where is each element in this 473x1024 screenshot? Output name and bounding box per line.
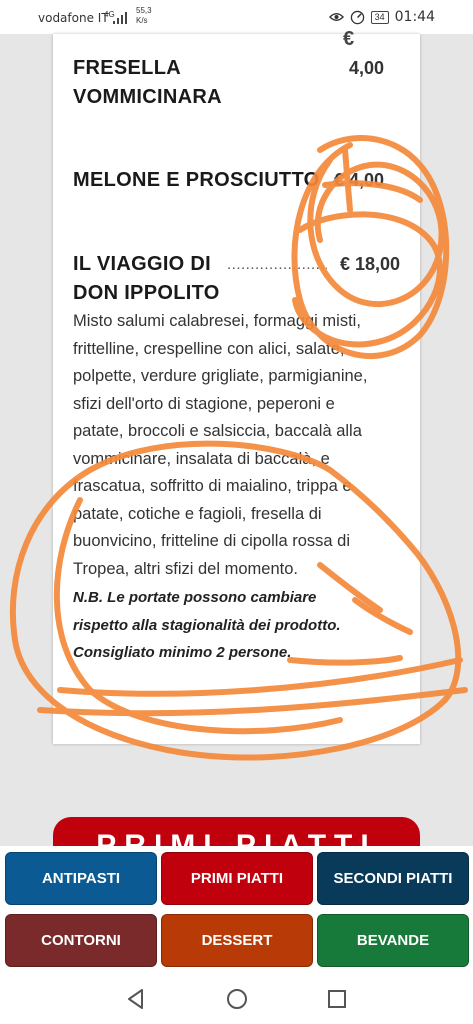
battery-icon: 34: [370, 10, 389, 24]
carrier-name: vodafone IT: [38, 11, 109, 25]
menu-item-price: € 18,00: [339, 254, 400, 274]
menu-item-dots: ............................: [227, 256, 327, 273]
category-button-bevande[interactable]: BEVANDE: [317, 914, 469, 967]
menu-item-description: Misto salumi calabresei, formaggi misti,…: [73, 312, 368, 578]
category-button-contorni[interactable]: CONTORNI: [5, 914, 157, 967]
system-navigation-bar: [0, 974, 473, 1024]
category-button-secondi-piatti[interactable]: SECONDI PIATTI: [317, 852, 469, 905]
category-nav: ANTIPASTI PRIMI PIATTI SECONDI PIATTI CO…: [0, 846, 473, 974]
currency-symbol: €: [343, 28, 355, 50]
category-button-antipasti[interactable]: ANTIPASTI: [5, 852, 157, 905]
menu-item-price: 4,00: [348, 58, 384, 78]
home-circle-icon[interactable]: [225, 987, 249, 1011]
menu-card: € FRESELLA VOMMICINARA 4,00 MELONE E PRO…: [53, 28, 420, 744]
data-saver-icon: [350, 10, 364, 24]
status-icons: 34 01:44: [328, 9, 435, 25]
back-triangle-icon[interactable]: [124, 987, 148, 1011]
menu-item-name: FRESELLA VOMMICINARA: [73, 57, 222, 108]
recents-square-icon[interactable]: [325, 987, 349, 1011]
network-speed: 55,3 K/s: [136, 6, 152, 25]
menu-item-name: IL VIAGGIO DI DON IPPOLITO: [73, 253, 220, 304]
signal-icon: [113, 12, 129, 24]
category-button-dessert[interactable]: DESSERT: [161, 914, 313, 967]
category-button-primi-piatti[interactable]: PRIMI PIATTI: [161, 852, 313, 905]
eye-icon: [328, 13, 344, 21]
menu-item-price: € 4,00: [333, 170, 384, 190]
clock: 01:44: [394, 9, 435, 25]
status-bar: vodafone IT 4G 55,3 K/s 34 01:44: [0, 0, 473, 34]
menu-note: N.B. Le portate possono cambiare rispett…: [73, 589, 341, 661]
menu-item-name: MELONE E PROSCIUTTO: [73, 169, 320, 191]
